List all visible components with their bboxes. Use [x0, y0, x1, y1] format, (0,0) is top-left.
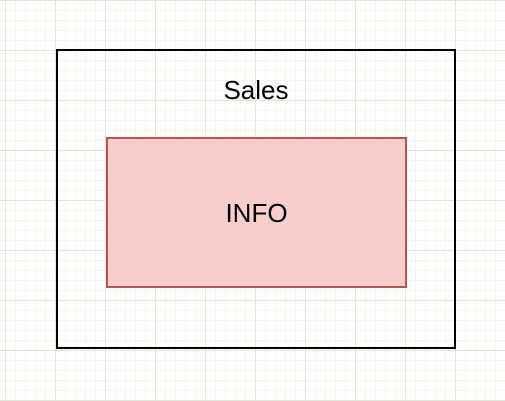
- info-box-label: INFO: [225, 197, 288, 228]
- sales-container-label: Sales: [223, 75, 289, 105]
- diagram-canvas[interactable]: Sales INFO: [0, 0, 505, 401]
- info-box[interactable]: INFO: [106, 137, 407, 288]
